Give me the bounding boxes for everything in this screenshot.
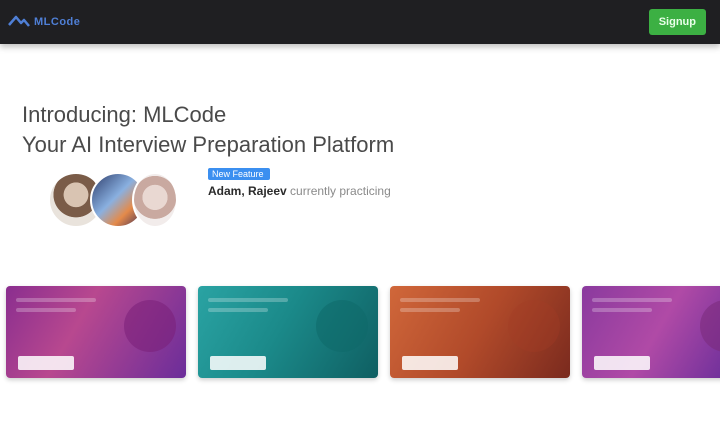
signup-button[interactable]: Signup xyxy=(648,9,706,35)
card-text-placeholder xyxy=(400,298,500,318)
card-illustration xyxy=(124,300,176,352)
course-cards xyxy=(0,286,720,382)
practicing-suffix: currently practicing xyxy=(286,184,391,198)
card-illustration xyxy=(316,300,368,352)
card-button[interactable] xyxy=(402,356,458,370)
user-avatars xyxy=(48,172,178,232)
practicing-user-names: Adam, Rajeev xyxy=(208,184,287,198)
hero-heading: Introducing: MLCode Your AI Interview Pr… xyxy=(22,100,394,160)
logo[interactable]: MLCode xyxy=(8,12,80,32)
card-illustration xyxy=(508,300,560,352)
practicing-users-text: Adam, Rajeev currently practicing xyxy=(208,184,391,198)
hero-heading-line2: Your AI Interview Preparation Platform xyxy=(22,132,395,157)
card-text-placeholder xyxy=(208,298,308,318)
card-text-placeholder xyxy=(16,298,116,318)
card-orange[interactable] xyxy=(390,286,570,378)
card-text-placeholder xyxy=(592,298,692,318)
avatar xyxy=(132,172,178,228)
card-button[interactable] xyxy=(210,356,266,370)
card-teal[interactable] xyxy=(198,286,378,378)
card-illustration xyxy=(700,300,720,352)
status-badge: New Feature xyxy=(208,168,270,180)
card-button[interactable] xyxy=(18,356,74,370)
card-violet[interactable] xyxy=(582,286,720,378)
social-proof: New Feature Adam, Rajeev currently pract… xyxy=(208,168,468,202)
card-button[interactable] xyxy=(594,356,650,370)
hero-heading-line1: Introducing: MLCode xyxy=(22,102,227,127)
top-navigation-bar: MLCode Signup xyxy=(0,0,720,44)
logo-text: MLCode xyxy=(34,16,81,28)
logo-icon xyxy=(8,14,30,30)
card-purple[interactable] xyxy=(6,286,186,378)
